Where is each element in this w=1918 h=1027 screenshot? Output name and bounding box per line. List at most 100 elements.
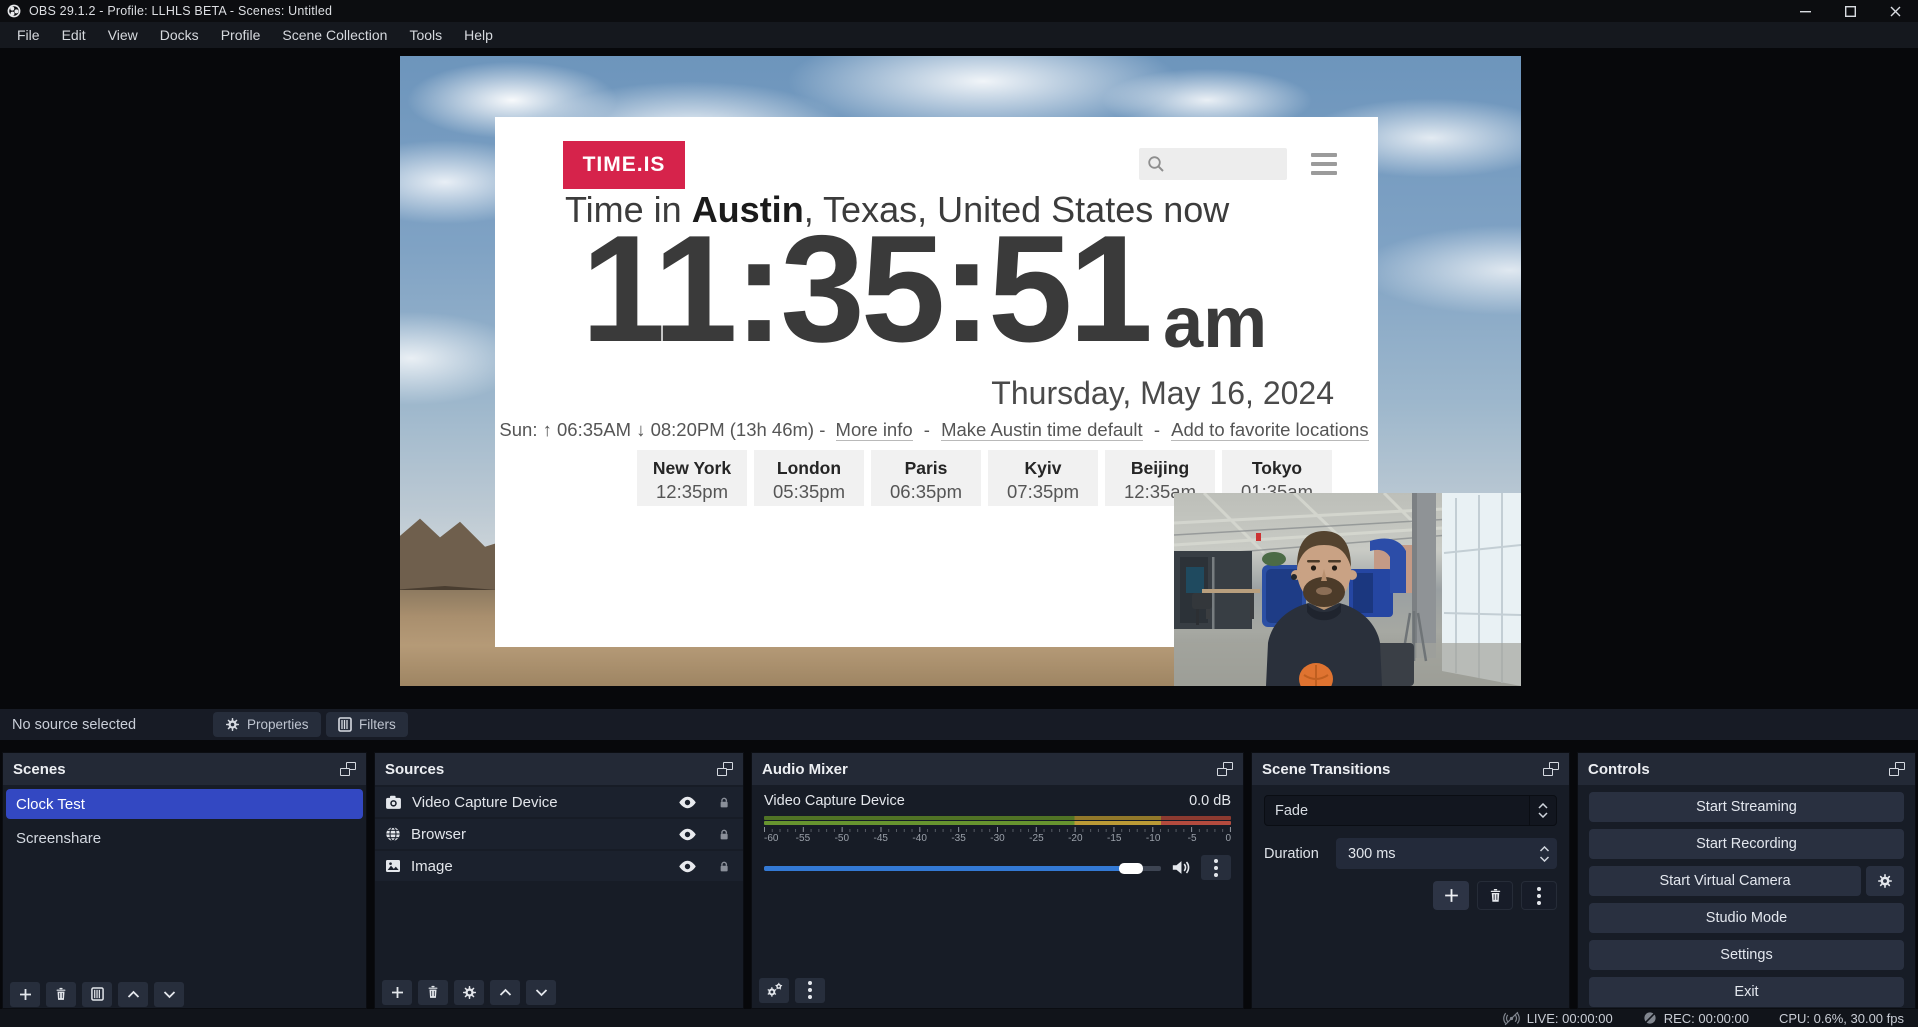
maximize-button[interactable] xyxy=(1828,0,1873,22)
menu-help[interactable]: Help xyxy=(453,22,504,48)
minimize-button[interactable] xyxy=(1783,0,1828,22)
speaker-icon[interactable] xyxy=(1171,859,1191,876)
stream-inactive-icon xyxy=(1503,1011,1520,1026)
volume-slider-handle[interactable] xyxy=(1119,863,1143,874)
add-scene-button[interactable] xyxy=(10,982,40,1007)
popout-icon[interactable] xyxy=(340,762,356,776)
webcam-source[interactable] xyxy=(1174,493,1521,686)
lock-icon[interactable] xyxy=(717,795,731,810)
visibility-eye-icon[interactable] xyxy=(678,796,697,809)
menu-view[interactable]: View xyxy=(97,22,149,48)
add-favorite-link: Add to favorite locations xyxy=(1171,419,1368,441)
scene-item-clock-test[interactable]: Clock Test xyxy=(6,789,363,819)
audio-mixer-dock-header[interactable]: Audio Mixer xyxy=(752,753,1243,785)
start-recording-button[interactable]: Start Recording xyxy=(1589,829,1904,859)
popout-icon[interactable] xyxy=(1543,762,1559,776)
settings-button[interactable]: Settings xyxy=(1589,940,1904,970)
preview-area: TIME.IS Time in Austin, Texas, United St… xyxy=(0,48,1918,709)
program-canvas[interactable]: TIME.IS Time in Austin, Texas, United St… xyxy=(400,56,1521,686)
filter-icon xyxy=(338,717,352,732)
select-spin-arrows[interactable] xyxy=(1529,796,1556,825)
move-source-up-button[interactable] xyxy=(490,980,520,1005)
filters-button[interactable]: Filters xyxy=(326,712,408,737)
scenes-dock-header[interactable]: Scenes xyxy=(3,753,366,785)
add-source-button[interactable] xyxy=(382,980,412,1005)
source-row-image[interactable]: Image xyxy=(375,851,743,881)
popout-icon[interactable] xyxy=(717,762,733,776)
lock-icon[interactable] xyxy=(717,859,731,874)
move-scene-down-button[interactable] xyxy=(154,982,184,1007)
move-scene-up-button[interactable] xyxy=(118,982,148,1007)
volume-slider[interactable] xyxy=(764,858,1161,878)
move-source-down-button[interactable] xyxy=(526,980,556,1005)
remove-scene-button[interactable] xyxy=(46,982,76,1007)
menu-scene-collection[interactable]: Scene Collection xyxy=(271,22,398,48)
chevron-up-icon xyxy=(499,988,512,997)
clock-time: 11:35:51 xyxy=(581,213,1149,365)
duration-spin-arrows[interactable] xyxy=(1539,838,1550,869)
hamburger-menu-icon xyxy=(1311,153,1337,175)
sources-dock: Sources Video Capture Device Browser xyxy=(374,752,744,1009)
virtual-camera-config-button[interactable] xyxy=(1866,866,1904,896)
timeis-clock: 11:35:51 am xyxy=(581,213,1267,365)
transition-menu-button[interactable] xyxy=(1521,881,1557,910)
menu-bar: File Edit View Docks Profile Scene Colle… xyxy=(0,22,1918,48)
transitions-dock-header[interactable]: Scene Transitions xyxy=(1252,753,1569,785)
properties-button[interactable]: Properties xyxy=(213,712,321,737)
city-box: New York12:35pm xyxy=(637,450,747,506)
filter-icon xyxy=(91,987,104,1001)
scene-item-screenshare[interactable]: Screenshare xyxy=(6,823,363,853)
globe-icon xyxy=(385,826,401,842)
popout-icon[interactable] xyxy=(1217,762,1233,776)
sun-info: Sun: ↑ 06:35AM ↓ 08:20PM (13h 46m) - xyxy=(499,419,825,440)
visibility-eye-icon[interactable] xyxy=(678,828,697,841)
image-icon xyxy=(385,859,401,873)
lock-icon[interactable] xyxy=(717,827,731,842)
transitions-dock: Scene Transitions Fade Duration 300 ms xyxy=(1251,752,1570,1009)
kebab-menu-icon xyxy=(1537,887,1541,905)
title-bar: OBS 29.1.2 - Profile: LLHLS BETA - Scene… xyxy=(0,0,1918,22)
live-status: LIVE: 00:00:00 xyxy=(1503,1011,1613,1026)
duration-input[interactable]: 300 ms xyxy=(1336,838,1557,869)
exit-button[interactable]: Exit xyxy=(1589,977,1904,1007)
visibility-eye-icon[interactable] xyxy=(678,860,697,873)
make-default-link: Make Austin time default xyxy=(941,419,1143,441)
double-gear-icon xyxy=(766,982,783,998)
sources-dock-header[interactable]: Sources xyxy=(375,753,743,785)
mixer-menu-button[interactable] xyxy=(795,978,825,1003)
no-source-label: No source selected xyxy=(12,717,136,733)
source-row-browser[interactable]: Browser xyxy=(375,819,743,849)
scene-filters-button[interactable] xyxy=(82,982,112,1007)
add-transition-button[interactable] xyxy=(1433,881,1469,910)
close-button[interactable] xyxy=(1873,0,1918,22)
start-virtual-camera-button[interactable]: Start Virtual Camera xyxy=(1589,866,1861,896)
rec-status: REC: 00:00:00 xyxy=(1643,1011,1749,1026)
timeis-sun-line: Sun: ↑ 06:35AM ↓ 08:20PM (13h 46m) - Mor… xyxy=(495,419,1378,441)
start-streaming-button[interactable]: Start Streaming xyxy=(1589,792,1904,822)
menu-file[interactable]: File xyxy=(6,22,51,48)
popout-icon[interactable] xyxy=(1889,762,1905,776)
gear-icon xyxy=(462,985,477,1000)
chevron-up-icon xyxy=(127,990,140,999)
kebab-menu-icon xyxy=(808,981,812,999)
remove-transition-button[interactable] xyxy=(1477,881,1513,910)
transition-select[interactable]: Fade xyxy=(1264,795,1557,826)
menu-tools[interactable]: Tools xyxy=(398,22,453,48)
trash-icon xyxy=(426,985,440,999)
mixer-channel-menu-button[interactable] xyxy=(1201,855,1231,880)
chevron-down-icon xyxy=(1538,812,1548,818)
duration-label: Duration xyxy=(1264,846,1336,862)
studio-mode-button[interactable]: Studio Mode xyxy=(1589,903,1904,933)
menu-edit[interactable]: Edit xyxy=(51,22,97,48)
controls-dock-header[interactable]: Controls xyxy=(1578,753,1915,785)
obs-logo-icon xyxy=(7,4,21,18)
sources-toolbar xyxy=(375,974,743,1010)
advanced-audio-button[interactable] xyxy=(759,978,789,1003)
source-properties-button[interactable] xyxy=(454,980,484,1005)
menu-profile[interactable]: Profile xyxy=(210,22,272,48)
mixer-channel-name: Video Capture Device xyxy=(764,793,905,809)
remove-source-button[interactable] xyxy=(418,980,448,1005)
menu-docks[interactable]: Docks xyxy=(149,22,210,48)
clock-meridiem: am xyxy=(1163,287,1267,359)
source-row-video-capture[interactable]: Video Capture Device xyxy=(375,787,743,817)
